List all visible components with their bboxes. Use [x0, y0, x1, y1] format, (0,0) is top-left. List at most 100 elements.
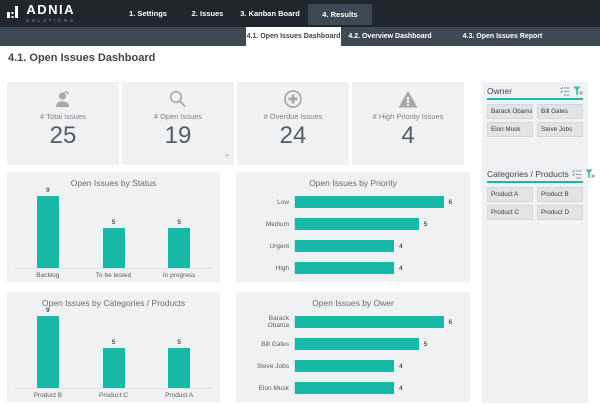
bar[interactable]	[295, 316, 444, 328]
slicer-button-steve-jobs[interactable]: Steve Jobs	[537, 122, 583, 137]
bar-track: 6	[294, 196, 460, 208]
category-label: Low	[246, 199, 294, 206]
slicer-button-product-d[interactable]: Product D	[537, 205, 583, 220]
column: 5	[81, 304, 147, 388]
categories-products-slicer: Categories / Products Product A Product …	[487, 169, 583, 220]
bar[interactable]	[295, 240, 394, 252]
category-label: Product C	[81, 392, 147, 399]
bar-value-label: 4	[399, 363, 403, 370]
tab-kanban-board[interactable]: 3. Kanban Board	[232, 0, 308, 27]
clear-filter-icon[interactable]	[573, 86, 583, 96]
slicer-button-product-a[interactable]: Product A	[487, 187, 533, 202]
category-label: In progress	[146, 272, 212, 279]
kpi-label: # Total Issues	[7, 112, 119, 121]
bar-row: Low 6	[246, 196, 460, 208]
category-axis: BacklogTo be testedIn progress	[15, 269, 212, 279]
chart-open-issues-by-priority: Open Issues by Priority Low6Medium5Urgen…	[236, 172, 470, 282]
column-plot: 955	[15, 184, 212, 269]
category-label: To be tested	[81, 272, 147, 279]
bar-track: 4	[294, 360, 460, 372]
category-axis: Product BProduct CProduct A	[15, 389, 212, 399]
slicer-button-product-c[interactable]: Product C	[487, 205, 533, 220]
category-label: High	[246, 265, 294, 272]
subtab-open-issues-dashboard[interactable]: 4.1. Open Issues Dashboard	[246, 27, 341, 46]
bar[interactable]	[37, 316, 59, 388]
bar[interactable]	[295, 382, 394, 394]
kpi-label: # Overdue Issues	[237, 112, 349, 121]
category-label: Product A	[146, 392, 212, 399]
bar-track: 4	[294, 382, 460, 394]
chart-open-issues-by-status: Open Issues by Status 955BacklogTo be te…	[7, 172, 220, 282]
category-label: Elon Musk	[246, 385, 294, 392]
bar-track: 4	[294, 240, 460, 252]
search-icon	[122, 89, 234, 111]
slicer-button-product-b[interactable]: Product B	[537, 187, 583, 202]
bar[interactable]	[103, 348, 125, 388]
slicer-button-barack-obama[interactable]: Barack Obama	[487, 104, 533, 119]
bar-value-label: 6	[449, 199, 453, 206]
chart-open-issues-by-categories: Open Issues by Categories / Products 955…	[7, 292, 220, 402]
kpi-card-overdue-issues: # Overdue Issues 24	[237, 82, 349, 165]
topbar: ADNIA SOLUTIONS 1. Settings 2. Issues 3.…	[0, 0, 600, 27]
page-title: 4.1. Open Issues Dashboard	[8, 52, 155, 64]
slicer-title: Owner	[487, 86, 557, 96]
bar[interactable]	[295, 360, 394, 372]
bar[interactable]	[295, 262, 394, 274]
kpi-value: 25	[7, 124, 119, 148]
slicer-button-elon-musk[interactable]: Elon Musk	[487, 122, 533, 137]
chart-plot: 955BacklogTo be testedIn progress	[15, 184, 212, 279]
bar-track: 4	[294, 262, 460, 274]
owner-slicer: Owner Barack Obama Bill Gates Elon Musk …	[487, 86, 583, 137]
warning-triangle-icon	[352, 89, 464, 111]
bar-value-label: 4	[399, 243, 403, 250]
person-icon	[7, 89, 119, 111]
bar-value-label: 5	[177, 339, 181, 346]
chart-plot: Barack Obama6Bill Gates5Steve Jobs4Elon …	[246, 316, 460, 394]
bar-value-label: 5	[112, 339, 116, 346]
subtab-overview-dashboard[interactable]: 4.2. Overview Dashboard	[345, 27, 435, 46]
chart-open-issues-by-owner: Open Issues by Ower Barack Obama6Bill Ga…	[236, 292, 470, 402]
bar-value-label: 5	[424, 221, 428, 228]
kpi-value: 4	[352, 124, 464, 148]
bar[interactable]	[103, 228, 125, 268]
category-label: Product B	[15, 392, 81, 399]
chart-plot: Low6Medium5Urgent4High4	[246, 196, 460, 274]
bar-track: 6	[294, 316, 460, 328]
bar-row: High4	[246, 262, 460, 274]
slicer-buttons: Barack Obama Bill Gates Elon Musk Steve …	[487, 104, 583, 137]
column-plot: 955	[15, 304, 212, 389]
kpi-label: # High Priority Issues	[352, 112, 464, 121]
kpi-value: 24	[237, 124, 349, 148]
bar[interactable]	[295, 196, 444, 208]
resize-plus-mark: +	[224, 151, 230, 162]
bar[interactable]	[295, 218, 419, 230]
brand-name: ADNIA	[26, 3, 75, 17]
category-label: Medium	[246, 221, 294, 228]
tab-issues[interactable]: 2. Issues	[185, 0, 230, 27]
multi-select-icon[interactable]	[572, 169, 582, 179]
bar[interactable]	[168, 348, 190, 388]
bar[interactable]	[168, 228, 190, 268]
multi-select-icon[interactable]	[560, 86, 570, 96]
clear-filter-icon[interactable]	[585, 169, 595, 179]
bar-value-label: 5	[424, 341, 428, 348]
slicer-button-bill-gates[interactable]: Bill Gates	[537, 104, 583, 119]
bar-row: Steve Jobs4	[246, 360, 460, 372]
bar[interactable]	[37, 196, 59, 268]
kpi-card-total-issues: # Total Issues 25	[7, 82, 119, 165]
kpi-card-high-priority-issues: # High Priority Issues 4	[352, 82, 464, 165]
category-label: Backlog	[15, 272, 81, 279]
bar-row: Medium 5	[246, 218, 460, 230]
category-label: Bill Gates	[246, 341, 294, 348]
tab-results[interactable]: 4. Results	[308, 4, 372, 25]
tab-settings[interactable]: 1. Settings	[118, 0, 178, 27]
bar-value-label: 5	[112, 219, 116, 226]
bar-value-label: 5	[177, 219, 181, 226]
bar-row: Elon Musk4	[246, 382, 460, 394]
plus-circle-icon	[237, 89, 349, 111]
subtab-open-issues-report[interactable]: 4.3. Open Issues Report	[445, 27, 560, 46]
column: 5	[146, 304, 212, 388]
bar[interactable]	[295, 338, 419, 350]
category-label: Urgent	[246, 243, 294, 250]
slicer-buttons: Product A Product B Product C Product D	[487, 187, 583, 220]
